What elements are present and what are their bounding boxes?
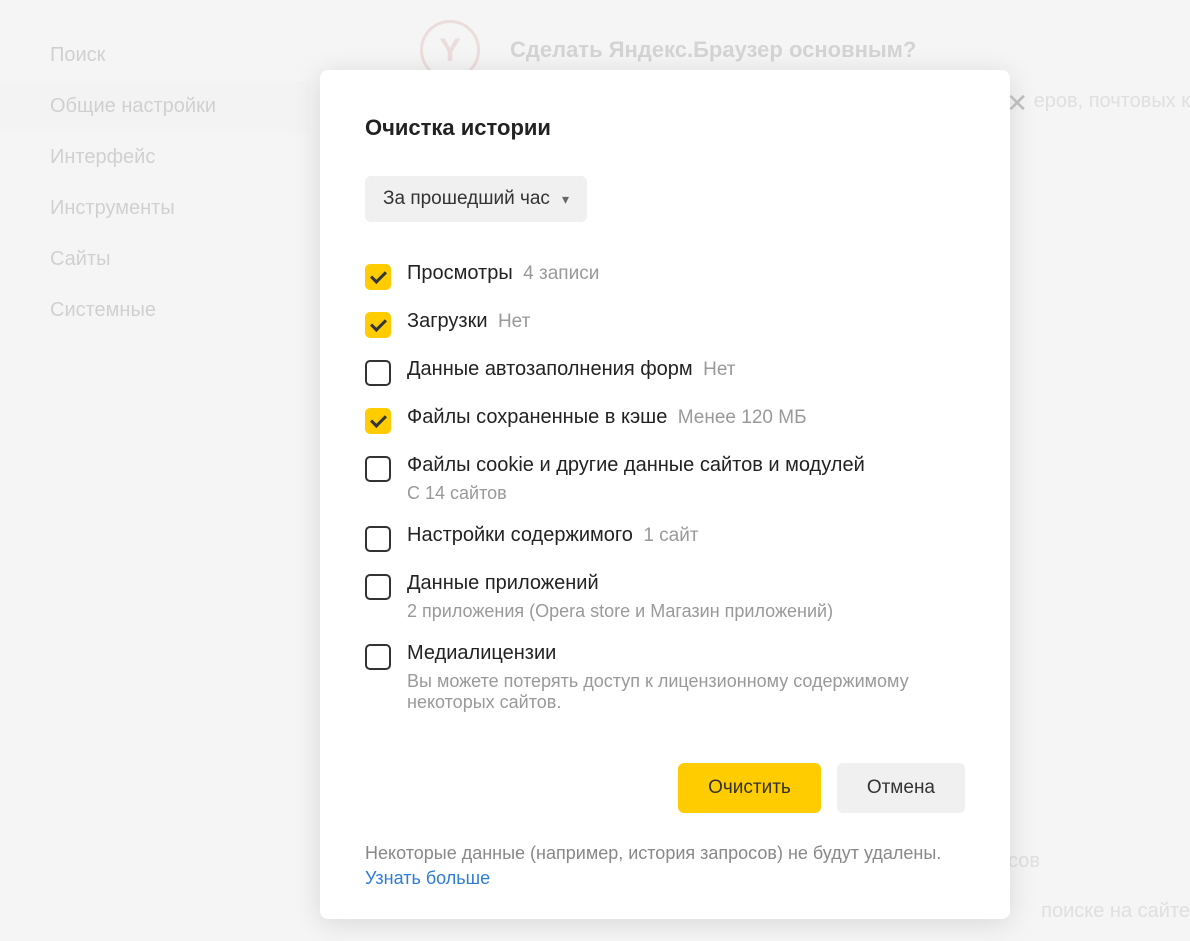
option-hint: Нет [703,359,735,380]
option-label: Настройки содержимого [407,524,633,546]
chevron-down-icon: ▾ [562,191,569,208]
clear-history-dialog: ✕ Очистка истории За прошедший час ▾ Про… [320,70,1010,919]
close-icon[interactable]: ✕ [1006,88,1028,119]
checkbox-autofill[interactable] [365,360,391,386]
option-label: Медиалицензии [407,642,965,665]
option-row-content-settings: Настройки содержимого 1 сайт [365,524,965,552]
checkbox-app-data[interactable] [365,574,391,600]
time-range-label: За прошедший час [383,188,550,210]
option-row-media-licenses: Медиалицензии Вы можете потерять доступ … [365,642,965,713]
option-hint: Нет [498,311,530,332]
checkbox-content-settings[interactable] [365,526,391,552]
option-row-autofill: Данные автозаполнения форм Нет [365,358,965,386]
learn-more-link[interactable]: Узнать больше [365,868,490,889]
option-label: Данные автозаполнения форм [407,358,693,380]
option-label: Загрузки [407,310,488,332]
dialog-buttons: Очистить Отмена [365,763,965,813]
options-list: Просмотры 4 записи Загрузки Нет Данные а… [365,262,965,713]
option-hint: 4 записи [523,263,599,284]
option-row-downloads: Загрузки Нет [365,310,965,338]
option-sub: 2 приложения (Opera store и Магазин прил… [407,601,965,622]
checkbox-cache[interactable] [365,408,391,434]
option-row-app-data: Данные приложений 2 приложения (Opera st… [365,572,965,622]
option-label: Данные приложений [407,572,965,595]
checkbox-media-licenses[interactable] [365,644,391,670]
footer-note: Некоторые данные (например, история запр… [365,843,965,864]
option-hint: 1 сайт [643,525,698,546]
option-label: Файлы cookie и другие данные сайтов и мо… [407,454,965,477]
option-sub: С 14 сайтов [407,483,965,504]
option-row-cache: Файлы сохраненные в кэше Менее 120 МБ [365,406,965,434]
clear-button[interactable]: Очистить [678,763,821,813]
option-label: Просмотры [407,262,513,284]
time-range-select[interactable]: За прошедший час ▾ [365,176,587,222]
dialog-footer: Некоторые данные (например, история запр… [365,843,965,889]
checkbox-views[interactable] [365,264,391,290]
option-row-cookies: Файлы cookie и другие данные сайтов и мо… [365,454,965,504]
cancel-button[interactable]: Отмена [837,763,965,813]
option-label: Файлы сохраненные в кэше [407,406,667,428]
checkbox-downloads[interactable] [365,312,391,338]
option-row-views: Просмотры 4 записи [365,262,965,290]
option-sub: Вы можете потерять доступ к лицензионном… [407,671,965,713]
dialog-title: Очистка истории [365,115,965,141]
option-hint: Менее 120 МБ [678,407,807,428]
checkbox-cookies[interactable] [365,456,391,482]
